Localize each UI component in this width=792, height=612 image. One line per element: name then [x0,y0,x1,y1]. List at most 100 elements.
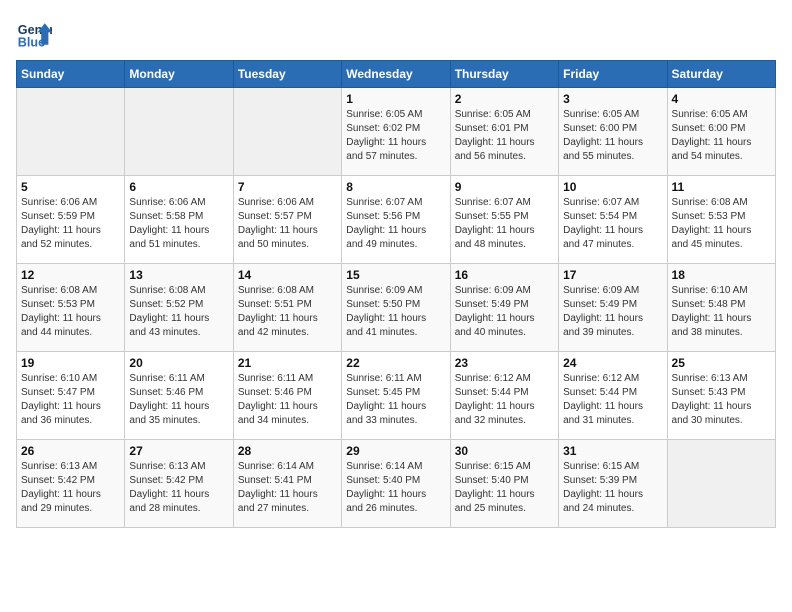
calendar-cell: 1 Sunrise: 6:05 AM Sunset: 6:02 PM Daylig… [342,88,450,176]
calendar-cell: 4 Sunrise: 6:05 AM Sunset: 6:00 PM Daylig… [667,88,775,176]
calendar-cell: 6Sunrise: 6:06 AM Sunset: 5:58 PM Daylig… [125,176,233,264]
day-info: Sunrise: 6:11 AM Sunset: 5:45 PM Dayligh… [346,372,445,428]
day-number: 15 [346,268,445,282]
calendar-cell: 16 Sunrise: 6:09 AM Sunset: 5:49 PM Dayli… [450,264,558,352]
day-info: Sunrise: 6:09 AM Sunset: 5:49 PM Dayligh… [455,284,554,340]
day-info: Sunrise: 6:09 AM Sunset: 5:50 PM Dayligh… [346,284,445,340]
weekday-header-sunday: Sunday [17,61,125,88]
calendar-week-1: 1 Sunrise: 6:05 AM Sunset: 6:02 PM Daylig… [17,88,776,176]
day-info: Sunrise: 6:11 AM Sunset: 5:46 PM Dayligh… [129,372,228,428]
day-number: 5 [21,180,120,194]
day-info: Sunrise: 6:09 AM Sunset: 5:49 PM Dayligh… [563,284,662,340]
calendar-cell: 28 Sunrise: 6:14 AM Sunset: 5:41 PM Dayli… [233,440,341,528]
calendar-cell: 29 Sunrise: 6:14 AM Sunset: 5:40 PM Dayli… [342,440,450,528]
day-number: 12 [21,268,120,282]
calendar-cell: 12 Sunrise: 6:08 AM Sunset: 5:53 PM Dayli… [17,264,125,352]
day-info: Sunrise: 6:15 AM Sunset: 5:40 PM Dayligh… [455,460,554,516]
calendar-header: SundayMondayTuesdayWednesdayThursdayFrid… [17,61,776,88]
day-number: 11 [672,180,771,194]
day-info: Sunrise: 6:05 AM Sunset: 6:02 PM Dayligh… [346,108,445,164]
day-number: 16 [455,268,554,282]
day-number: 4 [672,92,771,106]
weekday-header-saturday: Saturday [667,61,775,88]
calendar-week-3: 12 Sunrise: 6:08 AM Sunset: 5:53 PM Dayli… [17,264,776,352]
day-number: 9 [455,180,554,194]
logo-icon: General Blue [16,16,52,52]
calendar-cell: 9 Sunrise: 6:07 AM Sunset: 5:55 PM Daylig… [450,176,558,264]
day-info: Sunrise: 6:13 AM Sunset: 5:43 PM Dayligh… [672,372,771,428]
day-info: Sunrise: 6:14 AM Sunset: 5:41 PM Dayligh… [238,460,337,516]
day-info: Sunrise: 6:13 AM Sunset: 5:42 PM Dayligh… [21,460,120,516]
weekday-header-thursday: Thursday [450,61,558,88]
weekday-row: SundayMondayTuesdayWednesdayThursdayFrid… [17,61,776,88]
day-number: 23 [455,356,554,370]
calendar-cell: 3 Sunrise: 6:05 AM Sunset: 6:00 PM Daylig… [559,88,667,176]
day-info: Sunrise: 6:08 AM Sunset: 5:51 PM Dayligh… [238,284,337,340]
calendar-week-5: 26 Sunrise: 6:13 AM Sunset: 5:42 PM Dayli… [17,440,776,528]
day-info: Sunrise: 6:13 AM Sunset: 5:42 PM Dayligh… [129,460,228,516]
day-info: Sunrise: 6:15 AM Sunset: 5:39 PM Dayligh… [563,460,662,516]
day-info: Sunrise: 6:14 AM Sunset: 5:40 PM Dayligh… [346,460,445,516]
calendar-week-2: 5 Sunrise: 6:06 AM Sunset: 5:59 PM Daylig… [17,176,776,264]
day-number: 17 [563,268,662,282]
svg-text:Blue: Blue [18,36,45,50]
day-info: Sunrise: 6:05 AM Sunset: 6:00 PM Dayligh… [563,108,662,164]
day-number: 25 [672,356,771,370]
calendar-cell: 17 Sunrise: 6:09 AM Sunset: 5:49 PM Dayli… [559,264,667,352]
day-info: Sunrise: 6:05 AM Sunset: 6:01 PM Dayligh… [455,108,554,164]
day-info: Sunrise: 6:12 AM Sunset: 5:44 PM Dayligh… [563,372,662,428]
calendar-cell: 24Sunrise: 6:12 AM Sunset: 5:44 PM Dayli… [559,352,667,440]
day-number: 13 [129,268,228,282]
weekday-header-wednesday: Wednesday [342,61,450,88]
page-header: General Blue [16,16,776,52]
day-info: Sunrise: 6:10 AM Sunset: 5:47 PM Dayligh… [21,372,120,428]
day-info: Sunrise: 6:08 AM Sunset: 5:53 PM Dayligh… [21,284,120,340]
day-info: Sunrise: 6:10 AM Sunset: 5:48 PM Dayligh… [672,284,771,340]
calendar-cell: 8 Sunrise: 6:07 AM Sunset: 5:56 PM Daylig… [342,176,450,264]
calendar-cell: 26 Sunrise: 6:13 AM Sunset: 5:42 PM Dayli… [17,440,125,528]
calendar-cell: 20 Sunrise: 6:11 AM Sunset: 5:46 PM Dayli… [125,352,233,440]
day-info: Sunrise: 6:05 AM Sunset: 6:00 PM Dayligh… [672,108,771,164]
calendar-cell: 21 Sunrise: 6:11 AM Sunset: 5:46 PM Dayli… [233,352,341,440]
day-number: 19 [21,356,120,370]
day-number: 28 [238,444,337,458]
calendar-cell: 27 Sunrise: 6:13 AM Sunset: 5:42 PM Dayli… [125,440,233,528]
day-number: 21 [238,356,337,370]
weekday-header-friday: Friday [559,61,667,88]
day-info: Sunrise: 6:07 AM Sunset: 5:54 PM Dayligh… [563,196,662,252]
calendar-cell: 2 Sunrise: 6:05 AM Sunset: 6:01 PM Daylig… [450,88,558,176]
day-number: 30 [455,444,554,458]
day-number: 26 [21,444,120,458]
day-info: Sunrise: 6:07 AM Sunset: 5:55 PM Dayligh… [455,196,554,252]
calendar-cell: 15 Sunrise: 6:09 AM Sunset: 5:50 PM Dayli… [342,264,450,352]
calendar-cell: 13 Sunrise: 6:08 AM Sunset: 5:52 PM Dayli… [125,264,233,352]
day-number: 1 [346,92,445,106]
calendar-cell: 25 Sunrise: 6:13 AM Sunset: 5:43 PM Dayli… [667,352,775,440]
day-number: 20 [129,356,228,370]
day-info: Sunrise: 6:11 AM Sunset: 5:46 PM Dayligh… [238,372,337,428]
day-info: Sunrise: 6:06 AM Sunset: 5:59 PM Dayligh… [21,196,120,252]
day-number: 8 [346,180,445,194]
calendar-cell: 23Sunrise: 6:12 AM Sunset: 5:44 PM Dayli… [450,352,558,440]
day-number: 3 [563,92,662,106]
day-number: 31 [563,444,662,458]
calendar-cell: 5 Sunrise: 6:06 AM Sunset: 5:59 PM Daylig… [17,176,125,264]
day-number: 22 [346,356,445,370]
calendar-cell: 30 Sunrise: 6:15 AM Sunset: 5:40 PM Dayli… [450,440,558,528]
calendar-cell [233,88,341,176]
calendar-cell: 7Sunrise: 6:06 AM Sunset: 5:57 PM Daylig… [233,176,341,264]
day-number: 7 [238,180,337,194]
calendar-cell [17,88,125,176]
day-number: 10 [563,180,662,194]
calendar-week-4: 19 Sunrise: 6:10 AM Sunset: 5:47 PM Dayli… [17,352,776,440]
day-number: 29 [346,444,445,458]
calendar-cell: 18Sunrise: 6:10 AM Sunset: 5:48 PM Dayli… [667,264,775,352]
day-number: 2 [455,92,554,106]
day-number: 27 [129,444,228,458]
day-info: Sunrise: 6:07 AM Sunset: 5:56 PM Dayligh… [346,196,445,252]
calendar-cell: 11Sunrise: 6:08 AM Sunset: 5:53 PM Dayli… [667,176,775,264]
calendar-cell: 22 Sunrise: 6:11 AM Sunset: 5:45 PM Dayli… [342,352,450,440]
calendar-body: 1 Sunrise: 6:05 AM Sunset: 6:02 PM Daylig… [17,88,776,528]
day-info: Sunrise: 6:08 AM Sunset: 5:52 PM Dayligh… [129,284,228,340]
calendar-table: SundayMondayTuesdayWednesdayThursdayFrid… [16,60,776,528]
